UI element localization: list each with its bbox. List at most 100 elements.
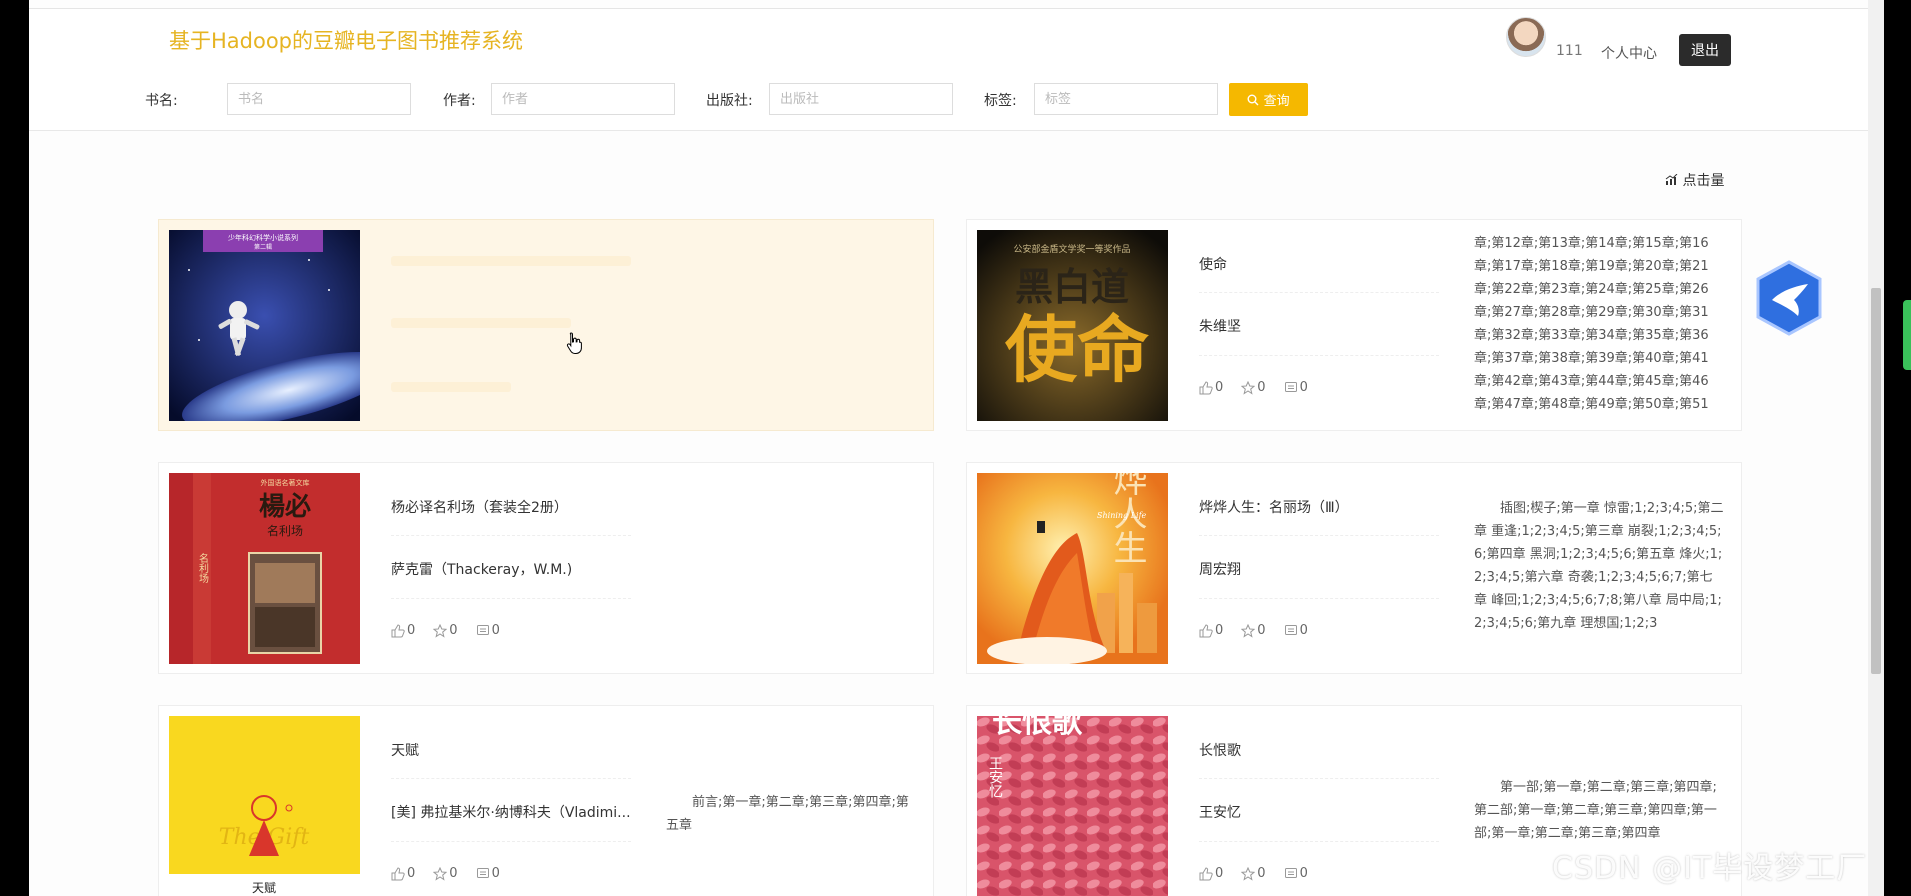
like-button[interactable]: 0 [1199,380,1223,395]
search-button[interactable]: 查询 [1229,83,1308,116]
book-title[interactable]: 天赋 [391,740,419,760]
side-tab[interactable] [1903,300,1911,370]
book-title[interactable]: 杨必译名利场（套装全2册） [391,497,568,517]
like-count: 0 [407,623,416,638]
scrollbar-thumb[interactable] [1871,288,1881,674]
favorite-count: 0 [449,866,458,881]
book-author: [美] 弗拉基米尔·纳博科夫（Vladimi... [391,805,631,821]
comment-icon [476,867,489,878]
book-stats: 0 0 0 [391,623,500,638]
book-cover[interactable]: 长恨歌 王安忆 [977,716,1168,896]
book-stats: 0 0 0 [1199,866,1308,881]
favorite-button[interactable]: 0 [1241,866,1266,881]
divider [1199,292,1439,293]
book-stats: 0 0 0 [1199,380,1308,395]
header: 基于Hadoop的豆瓣电子图书推荐系统 111 个人中心 退出 书名: 作者: … [29,9,1868,131]
sort-by-clicks[interactable]: 点击量 [1665,170,1724,190]
book-cover[interactable]: 名利场 外国语名著文库 楊必 名利场 [169,473,360,664]
comment-icon [476,624,489,635]
cover-small-title: 黑白道 [1015,264,1129,309]
cover-english-title: Shining Life [1097,511,1147,520]
book-cover[interactable]: 公安部金盾文学奖一等奖作品 黑白道 使命 [977,230,1168,421]
book-stats: 0 0 0 [1199,623,1308,638]
like-button[interactable]: 0 [1199,623,1223,638]
comment-button[interactable]: 0 [1284,623,1308,638]
author-input[interactable] [491,83,675,115]
divider [1199,598,1439,599]
comment-button[interactable]: 0 [1284,866,1308,881]
comment-icon [1284,624,1297,635]
cover-subtitle: 名利场 [267,523,303,538]
book-chapters: 插图;楔子;第一章 惊雷;1;2;3;4;5;第二章 重逢;1;2;3;4;5;… [1474,501,1724,631]
book-card[interactable]: 烨人生 Shining Life 烨烨人生：名丽场（Ⅲ） 周宏翔 0 0 0 插… [966,462,1742,674]
personal-center-link[interactable]: 个人中心 [1601,43,1657,63]
divider [1199,535,1439,536]
comment-count: 0 [491,866,500,881]
thumbs-up-icon [1199,380,1213,394]
bird-assistant-icon[interactable] [1754,260,1824,336]
star-icon [1241,866,1256,881]
favorite-button[interactable]: 0 [433,866,458,881]
avatar[interactable] [1506,17,1546,57]
favorite-count: 0 [1257,866,1266,881]
thumbs-up-icon [391,623,405,637]
comment-count: 0 [1299,866,1308,881]
like-count: 0 [1215,623,1224,638]
comment-button[interactable]: 0 [476,623,500,638]
divider [391,778,631,779]
star-icon [1241,623,1256,638]
book-card[interactable]: 天赋 The Gift 天赋 [美] 弗拉基米尔·纳博科夫（Vladimi...… [158,705,934,896]
author-placeholder [391,318,571,328]
book-name-label: 书名: [145,93,178,109]
book-title[interactable]: 烨烨人生：名丽场（Ⅲ） [1199,497,1349,517]
book-title[interactable]: 使命 [1199,254,1227,274]
like-button[interactable]: 0 [1199,866,1223,881]
star-icon [433,866,448,881]
favorite-count: 0 [1257,380,1266,395]
like-count: 0 [1215,866,1224,881]
like-button[interactable]: 0 [391,623,415,638]
search-icon [1247,94,1263,109]
site-title[interactable]: 基于Hadoop的豆瓣电子图书推荐系统 [169,25,523,55]
divider [391,598,631,599]
favorite-button[interactable]: 0 [1241,623,1266,638]
comment-icon [1284,381,1297,392]
star-icon [1241,380,1256,395]
thumbs-up-icon [1199,866,1213,880]
book-cover[interactable]: 烨人生 Shining Life [977,473,1168,664]
book-cover[interactable]: 少年科幻科学小说系列 第二辑 [169,230,360,421]
book-title[interactable]: 长恨歌 [1199,740,1241,760]
cover-series-text: 少年科幻科学小说系列 [228,233,298,242]
publisher-input[interactable] [769,83,953,115]
tag-label: 标签: [984,93,1017,109]
book-card[interactable]: 公安部金盾文学奖一等奖作品 黑白道 使命 使命 朱维坚 0 0 0 章;第12章… [966,219,1742,431]
book-name-input[interactable] [227,83,411,115]
book-stats: 0 0 0 [391,866,500,881]
book-cover[interactable]: 天赋 The Gift [169,716,360,896]
search-button-label: 查询 [1263,94,1290,109]
title-placeholder [391,256,631,266]
logout-button[interactable]: 退出 [1679,34,1731,66]
cover-big-title: 长恨歌 [992,716,1083,740]
thumbs-up-icon [1199,623,1213,637]
comment-button[interactable]: 0 [476,866,500,881]
book-author: 周宏翔 [1199,562,1241,578]
hand-cursor-icon [566,332,582,354]
comment-button[interactable]: 0 [1284,380,1308,395]
book-author: 王安忆 [1199,805,1241,821]
page: 基于Hadoop的豆瓣电子图书推荐系统 111 个人中心 退出 书名: 作者: … [29,0,1868,896]
stats-placeholder [391,382,511,392]
divider [1199,841,1439,842]
like-count: 0 [407,866,416,881]
favorite-button[interactable]: 0 [1241,380,1266,395]
book-card[interactable]: 名利场 外国语名著文库 楊必 名利场 杨必译名利场（套装全2册） 萨克雷（Tha… [158,462,934,674]
cover-big-title: 使命 [1005,307,1149,392]
like-count: 0 [1215,380,1224,395]
tag-input[interactable] [1034,83,1218,115]
like-button[interactable]: 0 [391,866,415,881]
book-card[interactable]: 少年科幻科学小说系列 第二辑 [158,219,934,431]
cover-big-title: 楊必 [259,492,311,522]
comment-icon [1284,867,1297,878]
favorite-button[interactable]: 0 [433,623,458,638]
comment-count: 0 [1299,623,1308,638]
